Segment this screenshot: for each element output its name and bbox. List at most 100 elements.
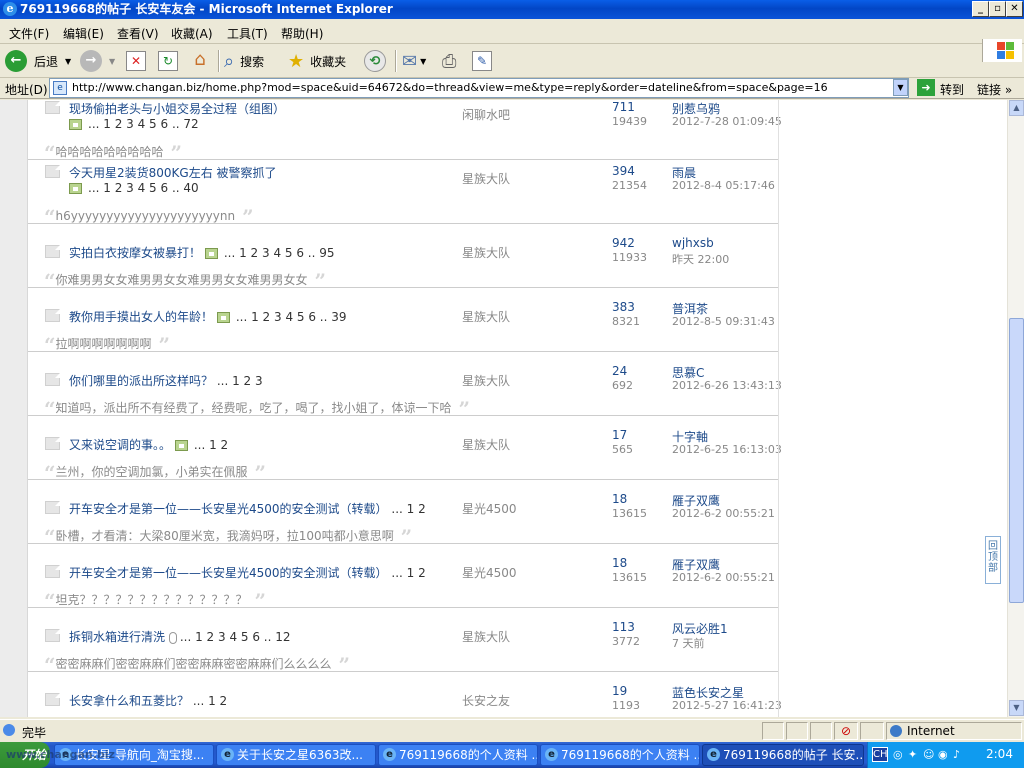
- page-links[interactable]: ... 1 2 3 4 5 6 .. 95: [224, 246, 335, 260]
- forum-link[interactable]: 星光4500: [462, 500, 517, 517]
- tray-volume-icon[interactable]: ♪: [953, 748, 960, 761]
- go-arrow-icon[interactable]: ➜: [917, 79, 935, 96]
- back-dropdown-icon[interactable]: ▼: [65, 57, 71, 66]
- stop-button[interactable]: ✕: [126, 48, 146, 74]
- address-input[interactable]: e http://www.changan.biz/home.php?mod=sp…: [49, 78, 909, 98]
- thread-title[interactable]: 实拍白衣按摩女被暴打！: [69, 246, 201, 260]
- thread-title[interactable]: 开车安全才是第一位——长安星光4500的安全测试（转载）: [69, 502, 388, 516]
- page-links[interactable]: ... 1 2: [391, 566, 425, 580]
- scroll-thumb[interactable]: [1009, 318, 1024, 603]
- forum-link[interactable]: 星族大队: [462, 628, 510, 645]
- last-post-time[interactable]: 2012-8-4 05:17:46: [672, 179, 775, 192]
- back-button[interactable]: ← 后退 ▼: [5, 48, 71, 74]
- thread-title[interactable]: 拆铜水箱进行清洗: [69, 630, 165, 644]
- reply-count[interactable]: 383: [612, 300, 635, 314]
- task-button[interactable]: 关于长安之星6363改...: [216, 744, 376, 766]
- reply-count[interactable]: 19: [612, 684, 627, 698]
- search-label: 搜索: [240, 54, 265, 69]
- thread-title[interactable]: 又来说空调的事。。: [69, 438, 171, 452]
- forum-link[interactable]: 星族大队: [462, 372, 510, 389]
- task-button[interactable]: 769119668的个人资料 ...: [540, 744, 700, 766]
- last-poster[interactable]: wjhxsb: [672, 236, 714, 250]
- reply-count[interactable]: 942: [612, 236, 635, 250]
- task-label: 769119668的个人资料 ...: [399, 748, 538, 762]
- page-links[interactable]: ... 1 2 3 4 5 6 .. 12: [180, 630, 291, 644]
- home-button[interactable]: ⌂: [190, 48, 210, 74]
- links-button[interactable]: 链接 »: [977, 81, 1012, 98]
- reply-count[interactable]: 711: [612, 100, 635, 114]
- forum-link[interactable]: 星族大队: [462, 436, 510, 453]
- last-post-time[interactable]: 昨天 22:00: [672, 251, 729, 267]
- thread-title[interactable]: 你们哪里的派出所这样吗？: [69, 374, 213, 388]
- refresh-button[interactable]: ↻: [158, 48, 178, 74]
- forum-link[interactable]: 长安之友: [462, 692, 510, 709]
- menu-edit[interactable]: 编辑(E): [63, 25, 104, 42]
- forum-link[interactable]: 星族大队: [462, 244, 510, 261]
- thread-title-line: 长安拿什么和五菱比？ ... 1 2: [69, 692, 227, 709]
- address-dropdown-icon[interactable]: ▼: [893, 79, 908, 96]
- menu-help[interactable]: 帮助(H): [281, 25, 323, 42]
- last-post-time[interactable]: 2012-5-27 16:41:23: [672, 699, 782, 712]
- scroll-up-icon[interactable]: ▲: [1009, 100, 1024, 116]
- maximize-button[interactable]: ▫: [989, 1, 1006, 17]
- thread-row: 拆铜水箱进行清洗 ... 1 2 3 4 5 6 .. 12 “密密麻麻们密密麻麻…: [28, 608, 778, 677]
- minimize-button[interactable]: _: [972, 1, 989, 17]
- page-links[interactable]: ... 1 2: [194, 438, 228, 452]
- thread-title[interactable]: 开车安全才是第一位——长安星光4500的安全测试（转载）: [69, 566, 388, 580]
- edit-button[interactable]: ✎: [472, 48, 492, 74]
- popup-blocked-icon[interactable]: ⊘: [834, 722, 858, 740]
- search-button[interactable]: ⌕ 搜索: [224, 48, 264, 74]
- page-links[interactable]: ... 1 2 3: [217, 374, 263, 388]
- reply-count[interactable]: 18: [612, 556, 627, 570]
- task-button[interactable]: 769119668的个人资料 ...: [378, 744, 538, 766]
- page-links[interactable]: ... 1 2: [391, 502, 425, 516]
- scroll-down-icon[interactable]: ▼: [1009, 700, 1024, 716]
- thread-title[interactable]: 教你用手摸出女人的年龄！: [69, 310, 213, 324]
- forum-link[interactable]: 闲聊水吧: [462, 106, 510, 123]
- reply-count[interactable]: 17: [612, 428, 627, 442]
- menu-view[interactable]: 查看(V): [117, 25, 159, 42]
- print-button[interactable]: ⎙: [442, 48, 456, 74]
- page-links[interactable]: ... 1 2 3 4 5 6 .. 39: [236, 310, 347, 324]
- menu-favorites[interactable]: 收藏(A): [171, 25, 213, 42]
- go-button[interactable]: 转到: [940, 81, 964, 98]
- last-post-time[interactable]: 2012-6-2 00:55:21: [672, 571, 775, 584]
- forum-link[interactable]: 星光4500: [462, 564, 517, 581]
- tray-network-icon[interactable]: ✦: [908, 748, 917, 761]
- vertical-scrollbar[interactable]: ▲ ▼: [1007, 100, 1024, 717]
- forum-link[interactable]: 星族大队: [462, 308, 510, 325]
- favorites-button[interactable]: ★ 收藏夹: [288, 48, 346, 74]
- mail-dropdown-icon[interactable]: ▼: [420, 57, 426, 66]
- forward-dropdown-icon[interactable]: ▼: [109, 57, 115, 66]
- last-post-time[interactable]: 2012-6-25 16:13:03: [672, 443, 782, 456]
- page-links[interactable]: ... 1 2: [193, 694, 227, 708]
- thread-title[interactable]: 现场偷拍老头与小姐交易全过程（组图）: [69, 102, 285, 116]
- forward-button[interactable]: → ▼: [80, 48, 115, 74]
- reply-count[interactable]: 18: [612, 492, 627, 506]
- last-post-time[interactable]: 2012-7-28 01:09:45: [672, 115, 782, 128]
- thread-title[interactable]: 今天用星2装货800KG左右 被警察抓了: [69, 166, 277, 180]
- thread-title[interactable]: 长安拿什么和五菱比？: [69, 694, 189, 708]
- history-button[interactable]: ⟲: [364, 48, 386, 74]
- reply-count[interactable]: 394: [612, 164, 635, 178]
- menu-tools[interactable]: 工具(T): [227, 25, 268, 42]
- back-to-top-button[interactable]: 回顶部: [985, 536, 1001, 584]
- language-indicator[interactable]: CH: [872, 747, 888, 762]
- tray-security-icon[interactable]: ◉: [938, 748, 948, 761]
- page-links[interactable]: ... 1 2 3 4 5 6 .. 40: [88, 181, 199, 195]
- task-button-active[interactable]: 769119668的帖子 长安...: [702, 744, 864, 766]
- clock: 2:04: [986, 747, 1013, 761]
- tray-qq-icon[interactable]: ☺: [923, 748, 934, 761]
- reply-count[interactable]: 113: [612, 620, 635, 634]
- last-post-time[interactable]: 2012-6-26 13:43:13: [672, 379, 782, 392]
- tray-app-icon[interactable]: ◎: [893, 748, 903, 761]
- close-button[interactable]: ✕: [1006, 1, 1023, 17]
- mail-button[interactable]: ✉ ▼: [402, 48, 426, 74]
- last-post-time[interactable]: 2012-8-5 09:31:43: [672, 315, 775, 328]
- menu-file[interactable]: 文件(F): [9, 25, 49, 42]
- page-links[interactable]: ... 1 2 3 4 5 6 .. 72: [88, 117, 199, 131]
- last-post-time[interactable]: 2012-6-2 00:55:21: [672, 507, 775, 520]
- reply-count[interactable]: 24: [612, 364, 627, 378]
- forum-link[interactable]: 星族大队: [462, 170, 510, 187]
- last-post-time[interactable]: 7 天前: [672, 635, 705, 651]
